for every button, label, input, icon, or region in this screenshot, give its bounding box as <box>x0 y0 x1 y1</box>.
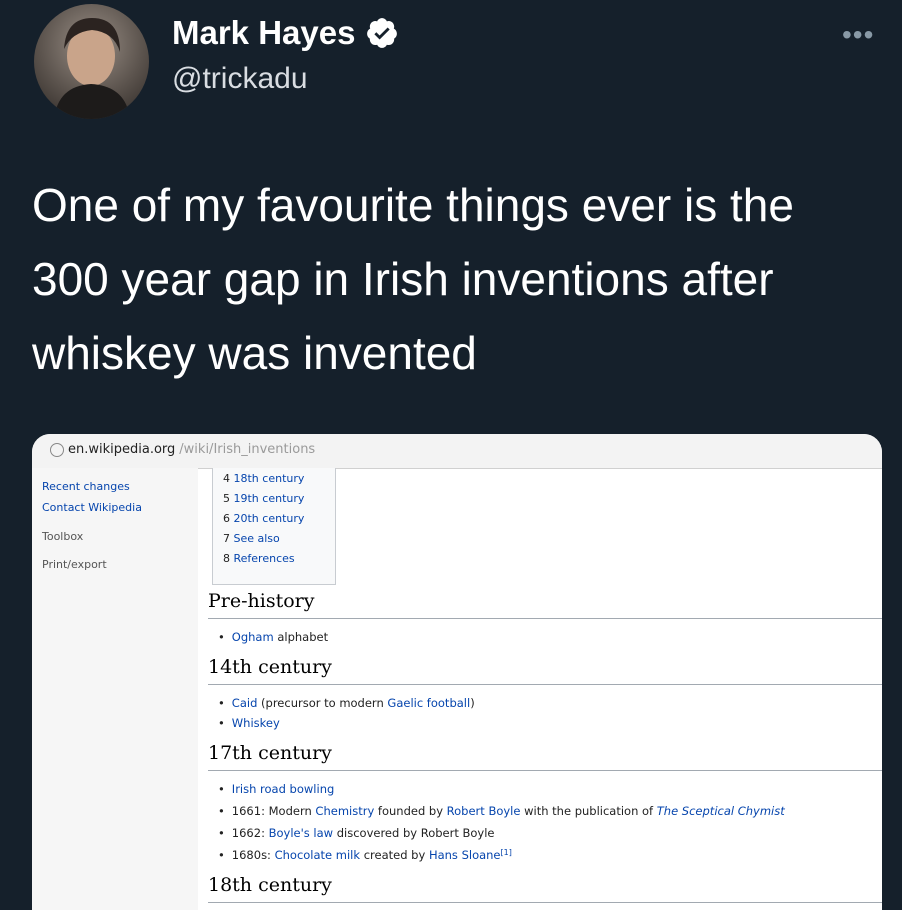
item-text: ) <box>470 696 475 710</box>
toc-num: 5 <box>223 492 230 505</box>
toc-item-references: References <box>233 552 295 565</box>
attached-image[interactable]: en.wikipedia.org/wiki/Irish_inventions R… <box>32 434 882 910</box>
heading-18th-century: 18th century <box>208 874 332 896</box>
link-ogham: Ogham <box>231 630 274 644</box>
author-handle[interactable]: @trickadu <box>172 62 308 96</box>
link-chocolate-milk: Chocolate milk <box>270 848 361 862</box>
link-boyles-law: Boyle's law <box>264 826 334 840</box>
list-item: 1680s: Chocolate milk created by Hans Sl… <box>218 848 512 862</box>
link-whiskey: Whiskey <box>231 716 280 730</box>
sidebar-contact-wikipedia: Contact Wikipedia <box>42 501 142 514</box>
item-text: founded by <box>374 804 447 818</box>
divider <box>208 684 882 685</box>
url-domain: en.wikipedia.org <box>68 442 176 457</box>
list-item: Whiskey <box>218 716 280 730</box>
toc-item-19th: 19th century <box>233 492 305 505</box>
list-item: 1661: Modern Chemistry founded by Robert… <box>218 804 785 818</box>
url-path: /wiki/Irish_inventions <box>179 442 316 457</box>
item-text: discovered by Robert Boyle <box>333 826 495 840</box>
divider <box>208 902 882 903</box>
sidebar-print-export: Print/export <box>42 558 107 571</box>
heading-17th-century: 17th century <box>208 742 332 764</box>
verified-badge-icon <box>367 18 398 48</box>
heading-14th-century: 14th century <box>208 656 332 678</box>
link-gaelic-football: Gaelic football <box>387 696 471 710</box>
toc-item-20th: 20th century <box>233 512 305 525</box>
sidebar-recent-changes: Recent changes <box>42 480 130 493</box>
author-name-row: Mark Hayes <box>172 14 399 52</box>
divider <box>208 770 882 771</box>
tweet-text: One of my favourite things ever is the 3… <box>32 179 794 379</box>
globe-icon <box>50 442 64 457</box>
citation-ref: [1] <box>500 848 512 857</box>
link-caid: Caid <box>231 696 258 710</box>
link-hans-sloane: Hans Sloane <box>428 848 501 862</box>
item-year: 1680s: <box>231 848 271 862</box>
item-text: with the publication of <box>520 804 657 818</box>
divider <box>208 618 882 619</box>
link-robert-boyle: Robert Boyle <box>446 804 521 818</box>
avatar-portrait <box>54 18 130 119</box>
link-chemistry: Chemistry <box>315 804 375 818</box>
item-text: created by <box>360 848 429 862</box>
author-name[interactable]: Mark Hayes <box>172 14 355 52</box>
avatar[interactable] <box>34 4 149 119</box>
toc-num: 6 <box>223 512 230 525</box>
toc-item-see-also: See also <box>233 532 280 545</box>
list-item: Caid (precursor to modern Gaelic footbal… <box>218 696 475 710</box>
wiki-sidebar: Recent changes Contact Wikipedia Toolbox… <box>32 468 198 910</box>
link-irish-road-bowling: Irish road bowling <box>231 782 335 796</box>
toc-item-18th: 18th century <box>233 472 305 485</box>
link-sceptical-chymist: The Sceptical Chymist <box>656 804 785 818</box>
browser-url-bar: en.wikipedia.org/wiki/Irish_inventions <box>32 434 882 469</box>
sidebar-toolbox: Toolbox <box>42 530 84 543</box>
list-item: 1662: Boyle's law discovered by Robert B… <box>218 826 495 840</box>
more-options-icon[interactable]: ••• <box>842 21 874 49</box>
item-text: Modern <box>264 804 316 818</box>
heading-prehistory: Pre-history <box>208 590 315 612</box>
toc-num: 7 <box>223 532 230 545</box>
item-year: 1662: <box>231 826 265 840</box>
table-of-contents: 4 18th century 5 19th century 6 20th cen… <box>212 468 336 585</box>
item-year: 1661: <box>231 804 265 818</box>
item-text: alphabet <box>273 630 329 644</box>
list-item: Irish road bowling <box>218 782 334 796</box>
item-text: (precursor to modern <box>257 696 388 710</box>
toc-num: 8 <box>223 552 230 565</box>
toc-num: 4 <box>223 472 230 485</box>
list-item: Ogham alphabet <box>218 630 328 644</box>
